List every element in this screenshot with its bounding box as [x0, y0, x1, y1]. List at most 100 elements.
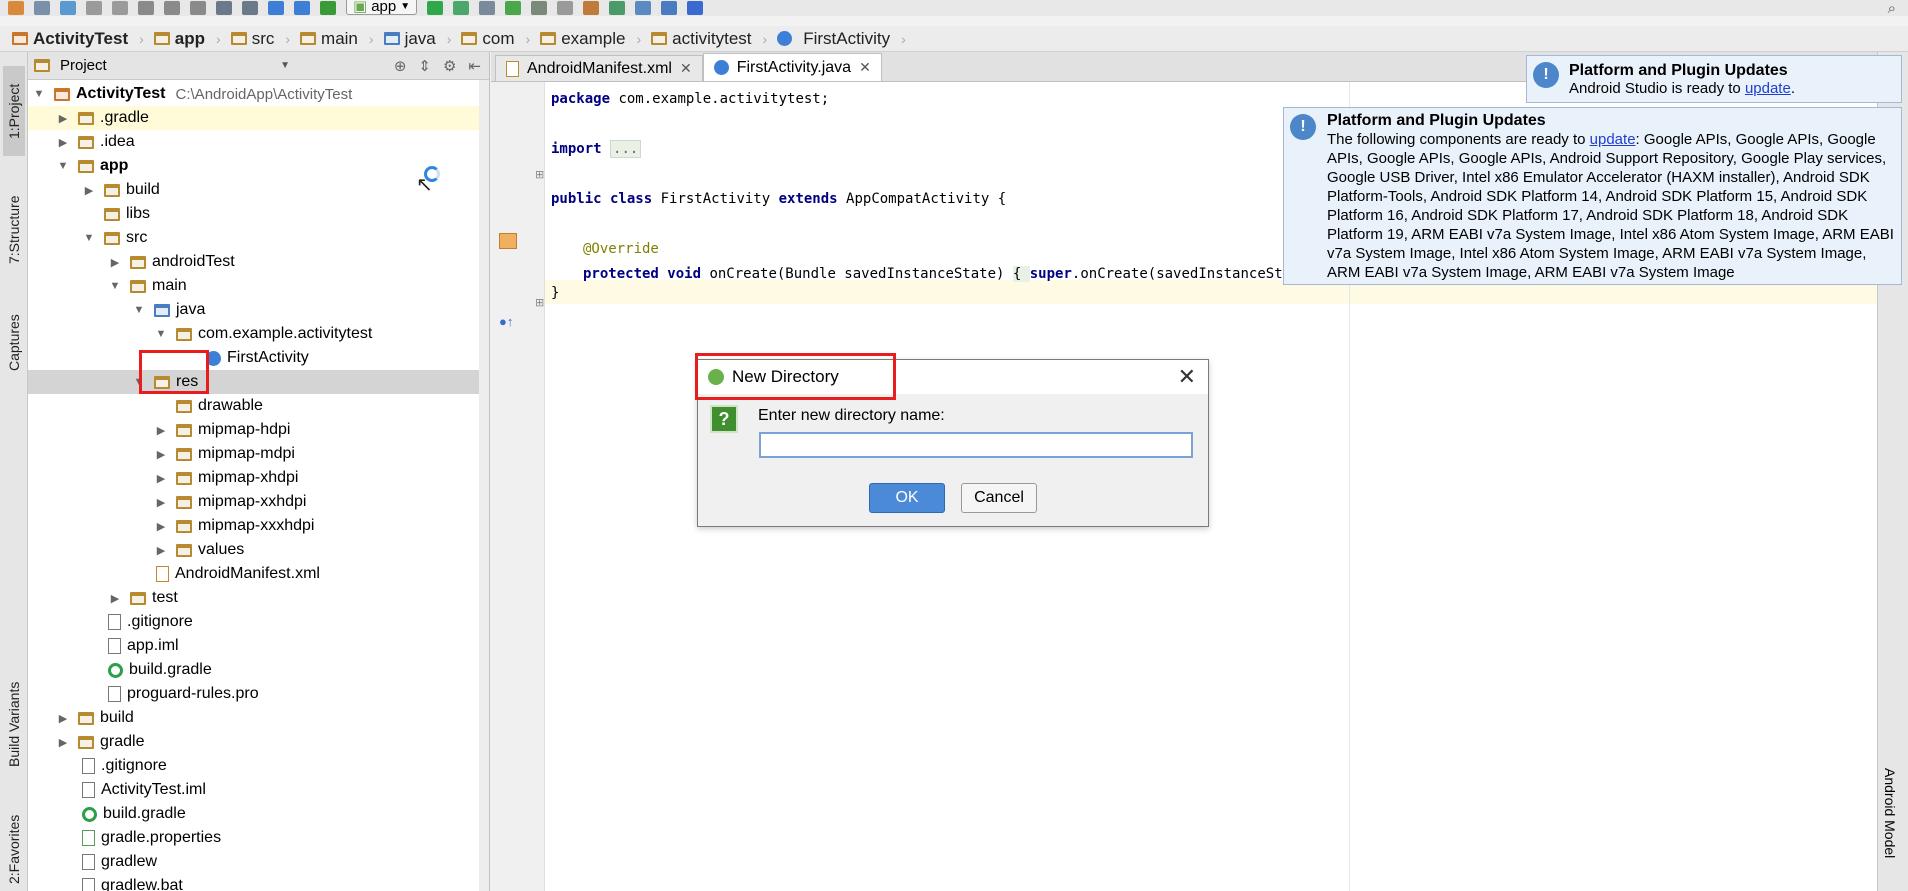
expand-arrow-icon[interactable]: ▶	[56, 112, 70, 125]
gear-icon[interactable]: ⚙	[443, 57, 456, 75]
fold-icon[interactable]: ⊞	[535, 168, 544, 181]
project-view-select[interactable]: Project ▼	[60, 57, 290, 74]
breadcrumb-item[interactable]: app ›	[152, 29, 229, 49]
tree-item[interactable]: ▼ main	[28, 274, 489, 298]
sdk-manager-icon[interactable]	[661, 1, 678, 15]
expand-arrow-icon[interactable]: ▼	[82, 232, 96, 244]
tree-item-root[interactable]: ▼ ActivityTest C:\AndroidApp\ActivityTes…	[28, 82, 489, 106]
redo-icon[interactable]	[112, 1, 128, 15]
tree-item[interactable]: ▼ com.example.activitytest	[28, 322, 489, 346]
open-icon[interactable]	[8, 1, 24, 15]
tree-item[interactable]: ▶ mipmap-xxxhdpi	[28, 514, 489, 538]
copy-icon[interactable]	[164, 1, 180, 15]
avd-manager-icon[interactable]	[583, 1, 600, 15]
breadcrumb-item[interactable]: FirstActivity ›	[775, 29, 914, 49]
tree-item[interactable]: ▶ androidTest	[28, 250, 489, 274]
update-link[interactable]: update	[1590, 131, 1636, 148]
notification-balloon-small[interactable]: ! Platform and Plugin Updates Android St…	[1526, 55, 1902, 103]
tree-item[interactable]: ▶ mipmap-xxhdpi	[28, 490, 489, 514]
run-icon[interactable]	[427, 1, 444, 15]
breadcrumb-item[interactable]: com ›	[459, 29, 538, 49]
replace-icon[interactable]	[242, 1, 258, 15]
breadcrumb-item[interactable]: src ›	[229, 29, 298, 49]
tree-item[interactable]: gradlew	[28, 850, 489, 874]
fold-icon[interactable]: ⊞	[535, 296, 544, 309]
make-project-icon[interactable]	[320, 1, 336, 15]
expand-arrow-icon[interactable]: ▶	[56, 136, 70, 149]
layout-marker-icon[interactable]	[499, 233, 517, 249]
stop-icon[interactable]	[557, 1, 574, 15]
tree-item[interactable]: proguard-rules.pro	[28, 682, 489, 706]
tree-item[interactable]: ▶ .gradle	[28, 106, 489, 130]
expand-arrow-icon[interactable]: ▶	[154, 544, 168, 557]
close-icon[interactable]: ✕	[680, 60, 692, 77]
expand-arrow-icon[interactable]: ▶	[154, 424, 168, 437]
override-marker-icon[interactable]: ●↑	[499, 314, 513, 329]
tree-item[interactable]: libs	[28, 202, 489, 226]
back-icon[interactable]	[268, 1, 284, 15]
tree-item[interactable]: gradlew.bat	[28, 874, 489, 891]
update-link[interactable]: update	[1745, 80, 1791, 97]
tree-item[interactable]: ▶ gradle	[28, 730, 489, 754]
tree-item[interactable]: FirstActivity	[28, 346, 489, 370]
expand-arrow-icon[interactable]: ▼	[32, 88, 46, 100]
expand-arrow-icon[interactable]: ▼	[154, 328, 168, 340]
attach-debugger-icon[interactable]	[479, 1, 496, 15]
tree-item[interactable]: ▶ build	[28, 706, 489, 730]
debug-icon[interactable]	[453, 1, 470, 15]
expand-arrow-icon[interactable]: ▶	[154, 472, 168, 485]
sync-icon[interactable]	[60, 1, 76, 15]
structure-tool-tab[interactable]: 7:Structure	[3, 180, 25, 280]
cut-icon[interactable]	[138, 1, 154, 15]
expand-arrow-icon[interactable]: ▼	[132, 304, 146, 316]
tab-firstactivity[interactable]: FirstActivity.java ✕	[702, 53, 882, 81]
tree-item[interactable]: .gitignore	[28, 754, 489, 778]
forward-icon[interactable]	[294, 1, 310, 15]
tree-item[interactable]: ActivityTest.iml	[28, 778, 489, 802]
expand-arrow-icon[interactable]: ▶	[108, 592, 122, 605]
expand-arrow-icon[interactable]: ▶	[82, 184, 96, 197]
profile-icon[interactable]	[531, 1, 548, 15]
breadcrumb-item[interactable]: main ›	[298, 29, 382, 49]
tree-item[interactable]: .gitignore	[28, 610, 489, 634]
tree-item[interactable]: ▼ java	[28, 298, 489, 322]
search-everywhere-icon[interactable]: ⌕	[1888, 0, 1896, 16]
folded-imports[interactable]: ...	[610, 140, 642, 158]
breadcrumb-item[interactable]: example ›	[538, 29, 649, 49]
sync-gradle-icon[interactable]	[609, 1, 626, 15]
tree-item[interactable]: ▶ mipmap-hdpi	[28, 418, 489, 442]
close-icon[interactable]: ✕	[1178, 364, 1196, 390]
project-scrollbar[interactable]	[479, 80, 489, 891]
notification-balloon-large[interactable]: ! Platform and Plugin Updates The follow…	[1283, 107, 1902, 285]
tree-item[interactable]: drawable	[28, 394, 489, 418]
apply-changes-icon[interactable]	[505, 1, 522, 15]
tree-item[interactable]: app.iml	[28, 634, 489, 658]
save-icon[interactable]	[34, 1, 50, 15]
expand-arrow-icon[interactable]: ▶	[154, 496, 168, 509]
help-icon[interactable]	[687, 1, 704, 15]
captures-tool-tab[interactable]: Captures	[3, 298, 25, 388]
find-icon[interactable]	[216, 1, 232, 15]
undo-icon[interactable]	[86, 1, 102, 15]
cancel-button[interactable]: Cancel	[961, 483, 1037, 513]
tree-item[interactable]: ▶ mipmap-xhdpi	[28, 466, 489, 490]
project-tool-tab[interactable]: 1:Project	[3, 66, 25, 156]
tree-item[interactable]: ▼ src	[28, 226, 489, 250]
tree-item[interactable]: build.gradle	[28, 802, 489, 826]
expand-arrow-icon[interactable]: ▼	[108, 280, 122, 292]
tree-item[interactable]: ▶ values	[28, 538, 489, 562]
tree-item[interactable]: ▶ .idea	[28, 130, 489, 154]
run-config-select[interactable]: ▣ app ▼	[346, 0, 418, 15]
tree-item[interactable]: gradle.properties	[28, 826, 489, 850]
paste-icon[interactable]	[190, 1, 206, 15]
directory-name-input[interactable]	[759, 432, 1193, 458]
expand-arrow-icon[interactable]: ▶	[56, 736, 70, 749]
expand-arrow-icon[interactable]: ▶	[56, 712, 70, 725]
tree-item[interactable]: ▶ test	[28, 586, 489, 610]
ok-button[interactable]: OK	[869, 483, 945, 513]
build-variants-tool-tab[interactable]: Build Variants	[3, 664, 25, 784]
tab-androidmanifest[interactable]: AndroidManifest.xml ✕	[495, 55, 703, 81]
scroll-from-source-icon[interactable]: ⊕	[394, 57, 407, 75]
breadcrumb-item[interactable]: java ›	[382, 29, 460, 49]
breadcrumb-item[interactable]: ActivityTest ›	[10, 29, 152, 49]
